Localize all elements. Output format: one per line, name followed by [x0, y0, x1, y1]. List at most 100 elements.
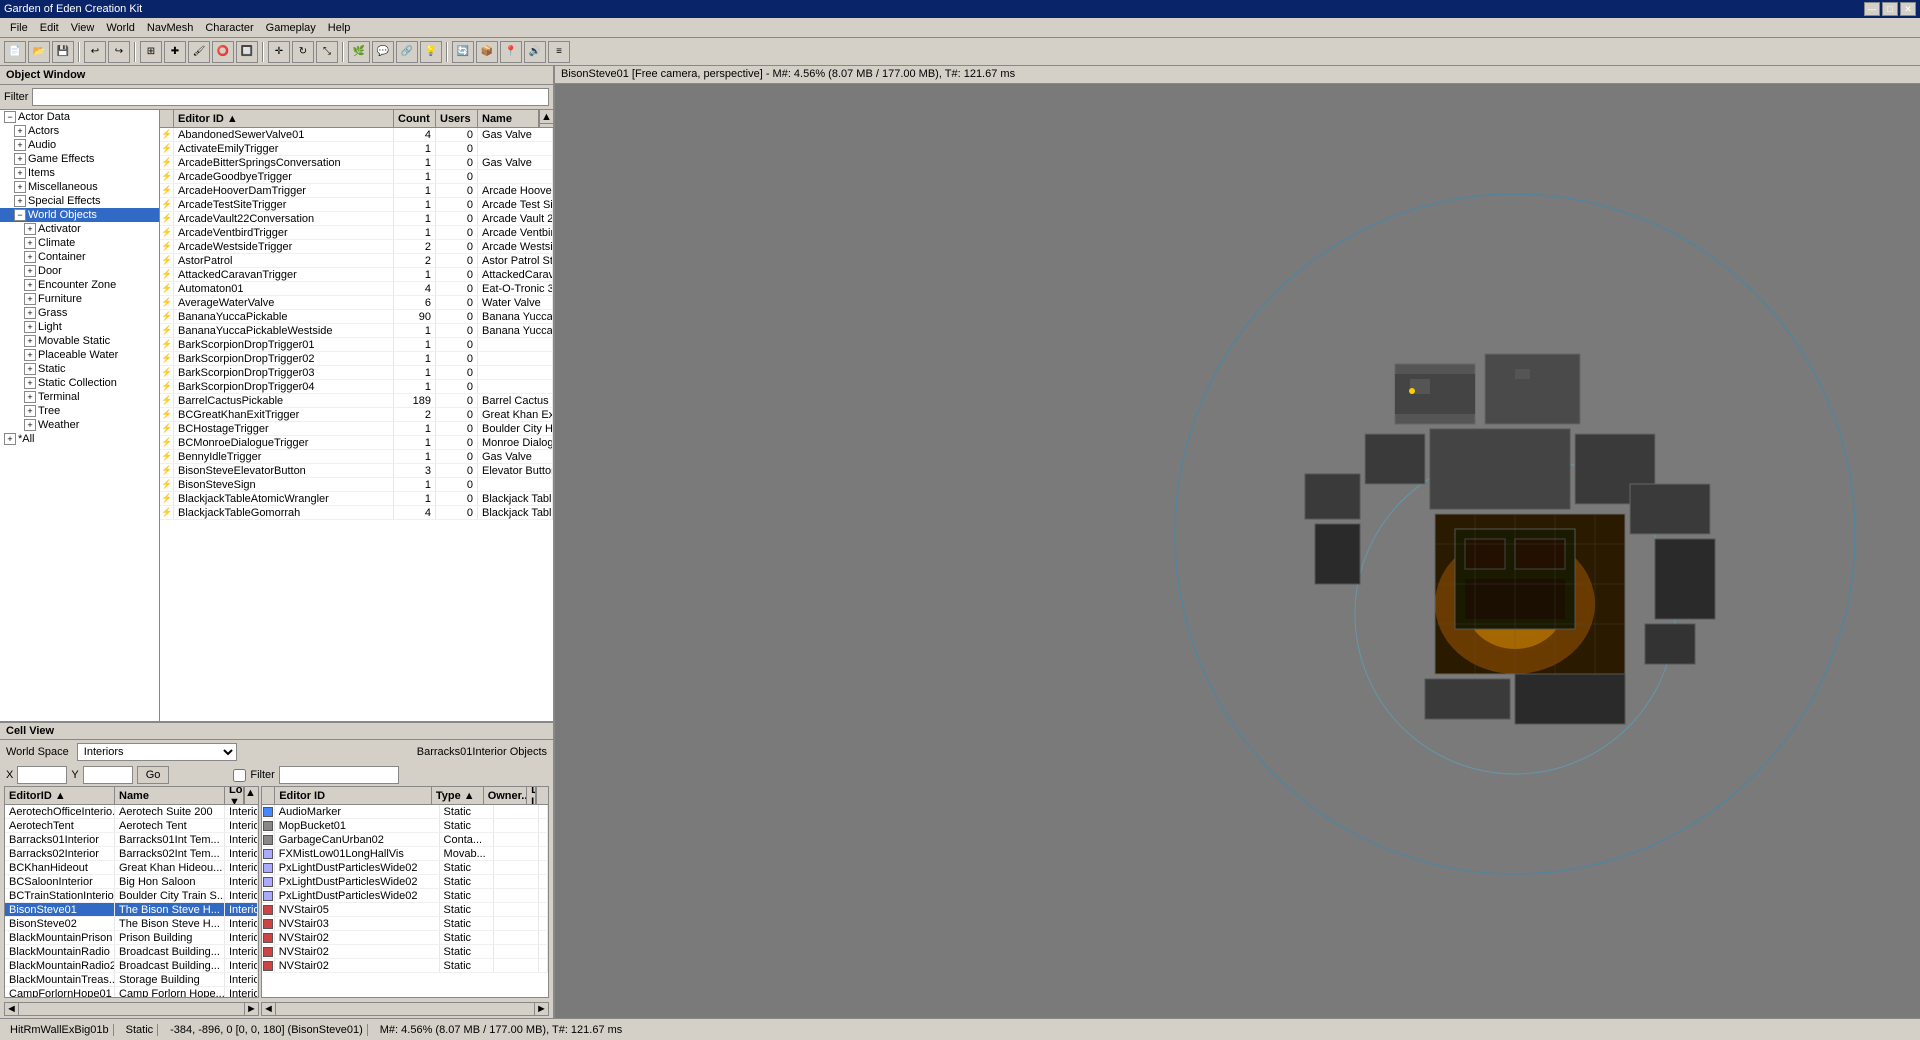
- tree-item-miscellaneous[interactable]: +Miscellaneous: [0, 180, 159, 194]
- list-row[interactable]: ⚡ ArcadeTestSiteTrigger 1 0 Arcade Test …: [160, 198, 553, 212]
- tree-item-static-collection[interactable]: +Static Collection: [0, 376, 159, 390]
- list-row[interactable]: ⚡ ArcadeBitterSpringsConversation 1 0 Ga…: [160, 156, 553, 170]
- tree-item-world-objects[interactable]: −World Objects: [0, 208, 159, 222]
- tree-item-items[interactable]: +Items: [0, 166, 159, 180]
- list-col-name[interactable]: Name: [478, 110, 539, 127]
- cell-right-lock[interactable]: Lock I ▲: [527, 787, 536, 804]
- cell-filter-input[interactable]: [279, 766, 399, 784]
- list-row[interactable]: ⚡ AstorPatrol 2 0 Astor Patrol Stop: [160, 254, 553, 268]
- tree-item-game-effects[interactable]: +Game Effects: [0, 152, 159, 166]
- tree-expander-weather[interactable]: +: [24, 419, 36, 431]
- menu-edit[interactable]: Edit: [34, 20, 65, 36]
- snap-button[interactable]: ✚: [164, 41, 186, 63]
- cell-scroll-btn[interactable]: ▲: [244, 787, 258, 804]
- list-row[interactable]: ⚡ ArcadeVault22Conversation 1 0 Arcade V…: [160, 212, 553, 226]
- tree-item-audio[interactable]: +Audio: [0, 138, 159, 152]
- cell-right-editorid[interactable]: Editor ID: [275, 787, 432, 804]
- cell-right-hscroll[interactable]: ◄ ►: [261, 1002, 549, 1016]
- tree-panel[interactable]: −Actor Data+Actors+Audio+Game Effects+It…: [0, 110, 160, 721]
- cell-right-type[interactable]: Type ▲: [432, 787, 484, 804]
- save-button[interactable]: 💾: [52, 41, 74, 63]
- list-col-count[interactable]: Count: [394, 110, 436, 127]
- menu-world[interactable]: World: [100, 20, 141, 36]
- list-row[interactable]: ⚡ AverageWaterValve 6 0 Water Valve: [160, 296, 553, 310]
- list-row[interactable]: ⚡ BarrelCactusPickable 189 0 Barrel Cact…: [160, 394, 553, 408]
- menu-help[interactable]: Help: [322, 20, 357, 36]
- go-button[interactable]: Go: [137, 766, 170, 784]
- tree-expander-world-objects[interactable]: −: [14, 209, 26, 221]
- cell-right-row[interactable]: GarbageCanUrban02 Conta...: [262, 833, 548, 847]
- list-col-editorid[interactable]: Editor ID ▲: [174, 110, 394, 127]
- comment-button[interactable]: 💬: [372, 41, 394, 63]
- close-button[interactable]: ✕: [1900, 2, 1916, 16]
- cell-left-row[interactable]: BCKhanHideout Great Khan Hideou... Inter…: [5, 861, 258, 875]
- cell-right-row[interactable]: MopBucket01 Static: [262, 819, 548, 833]
- viewport-canvas[interactable]: [555, 84, 1920, 1018]
- rotate-button[interactable]: ↻: [292, 41, 314, 63]
- tree-item-weather[interactable]: +Weather: [0, 418, 159, 432]
- tree-expander-light[interactable]: +: [24, 321, 36, 333]
- cell-left-row[interactable]: BlackMountainRadio Broadcast Building...…: [5, 945, 258, 959]
- open-button[interactable]: 📂: [28, 41, 50, 63]
- list-row[interactable]: ⚡ ArcadeWestsideTrigger 2 0 Arcade Wests…: [160, 240, 553, 254]
- tree-expander-grass[interactable]: +: [24, 307, 36, 319]
- list-row[interactable]: ⚡ BisonSteveSign 1 0: [160, 478, 553, 492]
- collision-button[interactable]: 📦: [476, 41, 498, 63]
- tree-item-actors[interactable]: +Actors: [0, 124, 159, 138]
- brush-button[interactable]: 🖌: [188, 41, 210, 63]
- list-row[interactable]: ⚡ ArcadeHooverDamTrigger 1 0 Arcade Hoov…: [160, 184, 553, 198]
- cell-right-row[interactable]: NVStair02 Static: [262, 945, 548, 959]
- tree-expander-items[interactable]: +: [14, 167, 26, 179]
- cell-left-row[interactable]: AerotechOfficeInterio... Aerotech Suite …: [5, 805, 258, 819]
- cell-right-row[interactable]: NVStair03 Static: [262, 917, 548, 931]
- tree-item-movable-static[interactable]: +Movable Static: [0, 334, 159, 348]
- menu-view[interactable]: View: [65, 20, 101, 36]
- world-space-select[interactable]: Interiors Exterior: [77, 743, 237, 761]
- scale-button[interactable]: ⤡: [316, 41, 338, 63]
- tree-expander-activator[interactable]: +: [24, 223, 36, 235]
- tree-item-tree[interactable]: +Tree: [0, 404, 159, 418]
- tree-item-actor-data[interactable]: −Actor Data: [0, 110, 159, 124]
- cell-left-row[interactable]: BisonSteve01 The Bison Steve H... Interi…: [5, 903, 258, 917]
- cell-left-row[interactable]: CampForlornHope01 Camp Forlorn Hope... I…: [5, 987, 258, 997]
- filter-checkbox[interactable]: [233, 769, 246, 782]
- cell-left-row[interactable]: AerotechTent Aerotech Tent Interior: [5, 819, 258, 833]
- minimize-button[interactable]: —: [1864, 2, 1880, 16]
- list-row[interactable]: ⚡ BisonSteveElevatorButton 3 0 Elevator …: [160, 464, 553, 478]
- tree-expander-actor-data[interactable]: −: [4, 111, 16, 123]
- cell-right-row[interactable]: NVStair02 Static: [262, 931, 548, 945]
- maximize-button[interactable]: □: [1882, 2, 1898, 16]
- cell-col-editorid[interactable]: EditorID ▲: [5, 787, 115, 804]
- filter-input[interactable]: [32, 88, 549, 106]
- tree-expander-game-effects[interactable]: +: [14, 153, 26, 165]
- list-row[interactable]: ⚡ BCHostageTrigger 1 0 Boulder City Host…: [160, 422, 553, 436]
- list-scroll-up[interactable]: ▲: [540, 110, 553, 124]
- cell-left-row[interactable]: BCTrainStationInterior Boulder City Trai…: [5, 889, 258, 903]
- list-row[interactable]: ⚡ BananaYuccaPickableWestside 1 0 Banana…: [160, 324, 553, 338]
- tree-expander-climate[interactable]: +: [24, 237, 36, 249]
- list-row[interactable]: ⚡ AttackedCaravanTrigger 1 0 AttackedCar…: [160, 268, 553, 282]
- portal-button[interactable]: 🔄: [452, 41, 474, 63]
- list-row[interactable]: ⚡ BarkScorpionDropTrigger04 1 0: [160, 380, 553, 394]
- list-row[interactable]: ⚡ BarkScorpionDropTrigger03 1 0: [160, 366, 553, 380]
- cell-right-row[interactable]: FXMistLow01LongHallVis Movab...: [262, 847, 548, 861]
- cell-right-scroll[interactable]: [536, 787, 548, 804]
- tree-expander-encounter-zone[interactable]: +: [24, 279, 36, 291]
- cell-left-row[interactable]: BlackMountainRadio2 Broadcast Building..…: [5, 959, 258, 973]
- circle-button[interactable]: ⭕: [212, 41, 234, 63]
- tree-item-static[interactable]: +Static: [0, 362, 159, 376]
- tree-expander-terminal[interactable]: +: [24, 391, 36, 403]
- tree-expander-door[interactable]: +: [24, 265, 36, 277]
- list-row[interactable]: ⚡ AbandonedSewerValve01 4 0 Gas Valve: [160, 128, 553, 142]
- cell-col-name[interactable]: Name: [115, 787, 225, 804]
- tree-item-terminal[interactable]: +Terminal: [0, 390, 159, 404]
- marker-button[interactable]: 📍: [500, 41, 522, 63]
- select-button[interactable]: 🔲: [236, 41, 258, 63]
- tree-item-all[interactable]: +*All: [0, 432, 159, 446]
- list-row[interactable]: ⚡ BCMonroeDialogueTrigger 1 0 Monroe Dia…: [160, 436, 553, 450]
- cell-right-owner[interactable]: Owner...: [484, 787, 527, 804]
- cell-right-row[interactable]: AudioMarker Static: [262, 805, 548, 819]
- undo-button[interactable]: ↩: [84, 41, 106, 63]
- x-input[interactable]: [17, 766, 67, 784]
- cell-right-row[interactable]: PxLightDustParticlesWide02 Static: [262, 861, 548, 875]
